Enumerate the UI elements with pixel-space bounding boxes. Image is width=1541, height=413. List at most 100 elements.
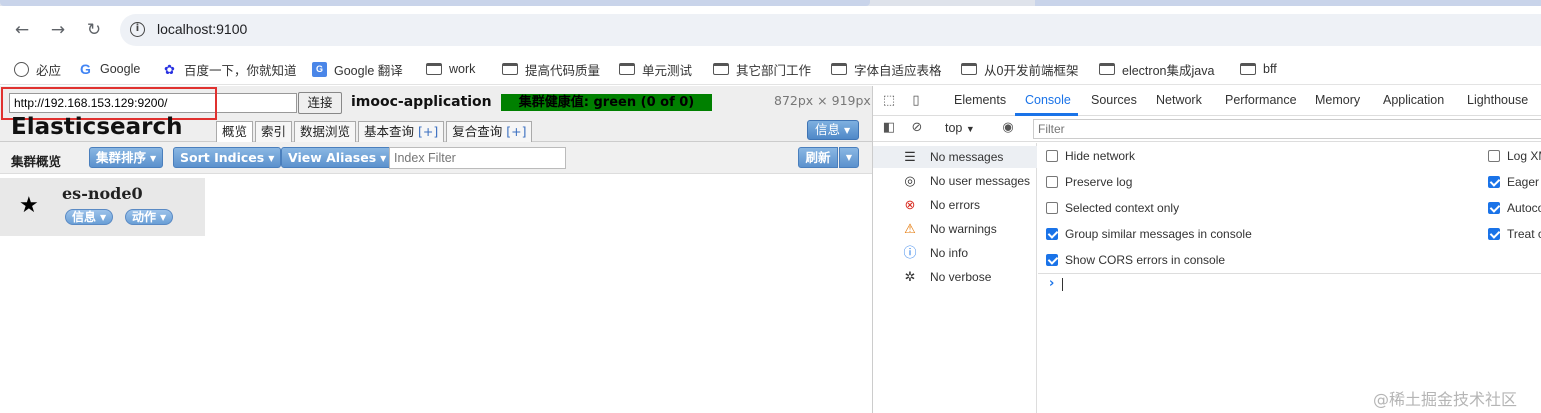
bookmark-unit-test[interactable]: 单元测试 — [619, 60, 692, 78]
checkbox-box — [1046, 176, 1058, 188]
chevron-down-icon: ▼ — [844, 126, 851, 135]
context-selector[interactable]: top ▼ — [945, 121, 975, 135]
checkbox-box — [1046, 150, 1058, 162]
sidebar-item-user-messages[interactable]: ◎ No user messages — [873, 170, 1037, 192]
google-translate-icon: G — [312, 61, 327, 77]
back-arrow-icon[interactable]: ← — [12, 20, 32, 40]
preserve-log-checkbox[interactable]: Preserve log — [1046, 175, 1132, 189]
cluster-sort-button[interactable]: 集群排序 ▼ — [89, 147, 164, 168]
refresh-button[interactable]: 刷新 — [798, 147, 838, 168]
bookmark-google[interactable]: G Google — [78, 60, 140, 78]
devtools-tab-performance[interactable]: Performance — [1225, 93, 1297, 107]
info-menu-button[interactable]: 信息 ▼ — [807, 120, 859, 140]
baidu-icon: ✿ — [164, 61, 175, 77]
checkbox-box — [1488, 150, 1500, 162]
sidebar-item-info[interactable]: ⓘ No info — [873, 242, 1037, 264]
address-bar[interactable]: i localhost:9100 — [120, 14, 1541, 46]
eager-evaluation-checkbox[interactable]: Eager e — [1488, 175, 1541, 189]
bookmarks-bar: 必应 G Google ✿ 百度一下，你就知道 G Google 翻译 work 提高… — [0, 52, 1541, 85]
devtools-tab-application[interactable]: Application — [1383, 93, 1444, 107]
cluster-health-badge: 集群健康值: green (0 of 0) — [501, 94, 712, 111]
sidebar-item-errors[interactable]: ⊗ No errors — [873, 194, 1037, 216]
node-action-button[interactable]: 动作 ▼ — [125, 209, 174, 225]
watermark: @稀土掘金技术社区 — [1373, 390, 1518, 409]
refresh-options-chevron-icon[interactable]: ▼ — [839, 147, 859, 168]
tab-indices[interactable]: 索引 — [255, 121, 293, 142]
browser-toolbar: ← → ↻ i localhost:9100 — [0, 6, 1541, 52]
forward-arrow-icon[interactable]: → — [48, 20, 68, 40]
devtools-tab-sources[interactable]: Sources — [1091, 93, 1137, 107]
text-cursor — [1062, 278, 1063, 291]
sidebar-item-verbose[interactable]: ✲ No verbose — [873, 266, 1037, 288]
bookmark-work[interactable]: work — [426, 60, 475, 78]
device-toolbar-icon[interactable]: ▯ — [908, 93, 924, 109]
checkbox-box — [1488, 176, 1500, 188]
tab-browser[interactable]: 数据浏览 — [294, 121, 357, 142]
checkbox-box — [1488, 228, 1500, 240]
address-url[interactable]: localhost:9100 — [157, 21, 247, 37]
autocomplete-checkbox[interactable]: Autoco — [1488, 201, 1541, 215]
chevron-down-icon: ▼ — [965, 124, 975, 134]
devtools-tab-lighthouse[interactable]: Lighthouse — [1467, 93, 1528, 107]
viewport-dimensions: 872px × 919px — [774, 93, 871, 108]
master-star-icon: ★ — [19, 193, 39, 218]
sidebar-item-warnings[interactable]: ⚠ No warnings — [873, 218, 1037, 240]
devtools-tab-console[interactable]: Console — [1025, 93, 1071, 107]
chevron-down-icon: ▼ — [380, 154, 387, 163]
tab-compound-query[interactable]: 复合查询 [+] — [446, 121, 533, 142]
tab-basic-query[interactable]: 基本查询 [+] — [358, 121, 445, 142]
checkbox-box — [1046, 202, 1058, 214]
main-tabs: 概览 索引 数据浏览 基本查询 [+] 复合查询 [+] — [216, 121, 534, 143]
eye-icon[interactable]: ◉ — [1000, 120, 1016, 136]
group-similar-checkbox[interactable]: Group similar messages in console — [1046, 227, 1252, 241]
devtools-tabbar: ⬚ ▯ Elements Console Sources Network Per… — [873, 86, 1541, 116]
sort-indices-button[interactable]: Sort Indices ▼ — [173, 147, 282, 168]
bookmark-other-dept[interactable]: 其它部门工作 — [713, 60, 811, 78]
bookmark-electron-java[interactable]: electron集成java — [1099, 60, 1214, 78]
folder-icon — [1099, 63, 1115, 75]
prompt-chevron-icon: › — [1049, 276, 1055, 291]
console-sidebar: ☰ No messages ◎ No user messages ⊗ No error… — [873, 143, 1037, 413]
bookmark-biying[interactable]: 必应 — [14, 60, 61, 78]
bookmark-google-translate[interactable]: G Google 翻译 — [312, 60, 403, 78]
view-aliases-button[interactable]: View Aliases ▼ — [281, 147, 394, 168]
page-header: 连接 imooc-application 集群健康值: green (0 of … — [0, 86, 872, 143]
cluster-name: imooc-application — [351, 94, 492, 110]
console-settings: Hide network Preserve log Selected conte… — [1038, 143, 1541, 273]
inspect-element-icon[interactable]: ⬚ — [881, 93, 897, 109]
devtools-panel: ⬚ ▯ Elements Console Sources Network Per… — [872, 86, 1541, 413]
devtools-tab-network[interactable]: Network — [1156, 93, 1202, 107]
folder-icon — [619, 63, 635, 75]
user-icon: ◎ — [904, 173, 916, 188]
bookmark-font-table[interactable]: 字体自适应表格 — [831, 60, 942, 78]
show-cors-checkbox[interactable]: Show CORS errors in console — [1046, 253, 1225, 267]
console-filter-input[interactable] — [1033, 119, 1541, 139]
bookmark-frontend-framework[interactable]: 从0开发前端框架 — [961, 60, 1078, 78]
hide-network-checkbox[interactable]: Hide network — [1046, 149, 1135, 163]
bookmark-baidu[interactable]: ✿ 百度一下，你就知道 — [162, 60, 296, 78]
selected-context-checkbox[interactable]: Selected context only — [1046, 201, 1179, 215]
index-filter-input[interactable] — [389, 147, 566, 169]
chevron-down-icon: ▼ — [268, 154, 275, 163]
tab-overview[interactable]: 概览 — [216, 121, 254, 143]
node-name: es-node0 — [62, 184, 143, 203]
site-info-icon[interactable]: i — [130, 22, 145, 37]
log-xmlhttp-checkbox[interactable]: Log XM — [1488, 149, 1541, 163]
sidebar-toggle-icon[interactable]: ◧ — [881, 120, 897, 136]
folder-icon — [502, 63, 518, 75]
clear-console-icon[interactable]: ⊘ — [909, 120, 925, 136]
sidebar-item-messages[interactable]: ☰ No messages — [873, 146, 1037, 168]
overview-toolbar: 集群概览 集群排序▼ Sort Indices▼ View Aliases▼ 刷… — [0, 142, 872, 174]
treat-code-checkbox[interactable]: Treat c — [1488, 227, 1541, 241]
error-icon: ⊗ — [904, 197, 916, 212]
console-prompt[interactable]: › — [1038, 273, 1541, 293]
node-info-button[interactable]: 信息 ▼ — [65, 209, 114, 225]
bookmark-bff[interactable]: bff — [1240, 60, 1277, 78]
devtools-tab-elements[interactable]: Elements — [954, 93, 1006, 107]
connect-button[interactable]: 连接 — [298, 92, 342, 114]
folder-icon — [426, 63, 442, 75]
reload-icon[interactable]: ↻ — [84, 20, 104, 40]
devtools-tab-memory[interactable]: Memory — [1315, 93, 1360, 107]
list-icon: ☰ — [904, 149, 916, 164]
bookmark-code-quality[interactable]: 提高代码质量 — [502, 60, 600, 78]
